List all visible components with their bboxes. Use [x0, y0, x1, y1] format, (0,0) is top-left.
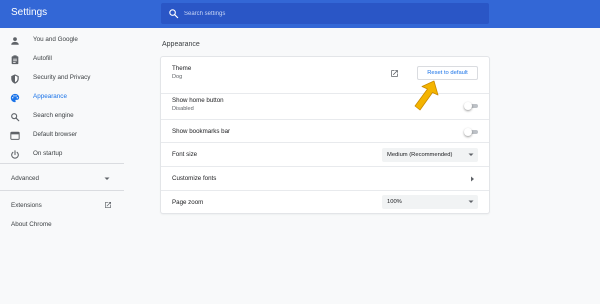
section-title: Appearance [162, 41, 200, 48]
top-bar: Settings [0, 0, 600, 28]
sidebar-item-label: Appearance [33, 93, 67, 100]
sidebar-item-default-browser[interactable]: Default browser [0, 127, 124, 145]
sidebar-item-label: Security and Privacy [33, 74, 91, 81]
bookmarks-bar-label: Show bookmarks bar [172, 128, 231, 135]
sidebar-item-about-chrome[interactable]: About Chrome [11, 221, 52, 228]
sidebar-item-on-startup[interactable]: On startup [0, 146, 124, 164]
sidebar-divider [0, 163, 124, 164]
sidebar-item-advanced[interactable]: Advanced [11, 175, 39, 182]
palette-icon [10, 93, 20, 103]
bookmarks-bar-row[interactable]: Show bookmarks bar [161, 120, 489, 142]
customize-fonts-label: Customize fonts [172, 175, 217, 182]
search-icon [11, 113, 20, 122]
search-box[interactable] [161, 3, 489, 24]
person-icon [11, 37, 19, 45]
search-icon [169, 9, 179, 19]
home-button-status: Disabled [172, 106, 194, 112]
search-input[interactable] [184, 3, 474, 24]
theme-value: Dog [172, 74, 183, 80]
customize-fonts-row[interactable]: Customize fonts [161, 167, 489, 190]
toggle-knob [464, 102, 472, 110]
toggle-knob [464, 128, 472, 136]
font-size-row: Font size Medium (Recommended) [161, 143, 489, 166]
font-size-selected: Medium (Recommended) [387, 152, 453, 158]
sidebar-item-label: Autofill [33, 55, 52, 62]
sidebar-divider [0, 190, 124, 191]
font-size-label: Font size [172, 151, 198, 158]
sidebar-item-label: You and Google [33, 36, 78, 43]
sidebar-item-label: On startup [33, 150, 63, 157]
chevron-down-icon [468, 153, 474, 156]
power-icon [11, 150, 19, 159]
sidebar-item-search-engine[interactable]: Search engine [0, 108, 124, 126]
chevron-down-icon [468, 200, 474, 203]
sidebar-item-extensions[interactable]: Extensions [11, 202, 42, 209]
clipboard-icon [11, 55, 19, 65]
browser-icon [10, 131, 20, 140]
sidebar-item-security-and-privacy[interactable]: Security and Privacy [0, 70, 124, 88]
open-in-new-icon[interactable] [104, 201, 112, 209]
app-title: Settings [11, 7, 48, 18]
sidebar-item-you-and-google[interactable]: You and Google [0, 32, 124, 50]
page-zoom-select[interactable]: 100% [382, 195, 478, 209]
bookmarks-bar-toggle[interactable] [464, 128, 478, 136]
sidebar-item-label: Search engine [33, 112, 74, 119]
sidebar-item-label: Default browser [33, 131, 78, 138]
theme-label: Theme [172, 65, 192, 72]
sidebar: You and Google Autofill Security and Pri… [0, 28, 124, 304]
sidebar-item-appearance[interactable]: Appearance [0, 89, 124, 107]
font-size-select[interactable]: Medium (Recommended) [382, 148, 478, 162]
page-zoom-row: Page zoom 100% [161, 191, 489, 213]
home-button-label: Show home button [172, 97, 224, 104]
shield-icon [11, 74, 19, 84]
page-zoom-label: Page zoom [172, 199, 204, 206]
chevron-right-icon[interactable] [470, 176, 475, 182]
page-zoom-selected: 100% [387, 199, 402, 205]
chevron-down-icon[interactable] [104, 177, 110, 181]
annotation-arrow-icon [414, 80, 439, 111]
sidebar-item-autofill[interactable]: Autofill [0, 51, 124, 69]
open-in-new-icon[interactable] [390, 69, 399, 78]
home-button-toggle[interactable] [464, 102, 478, 110]
